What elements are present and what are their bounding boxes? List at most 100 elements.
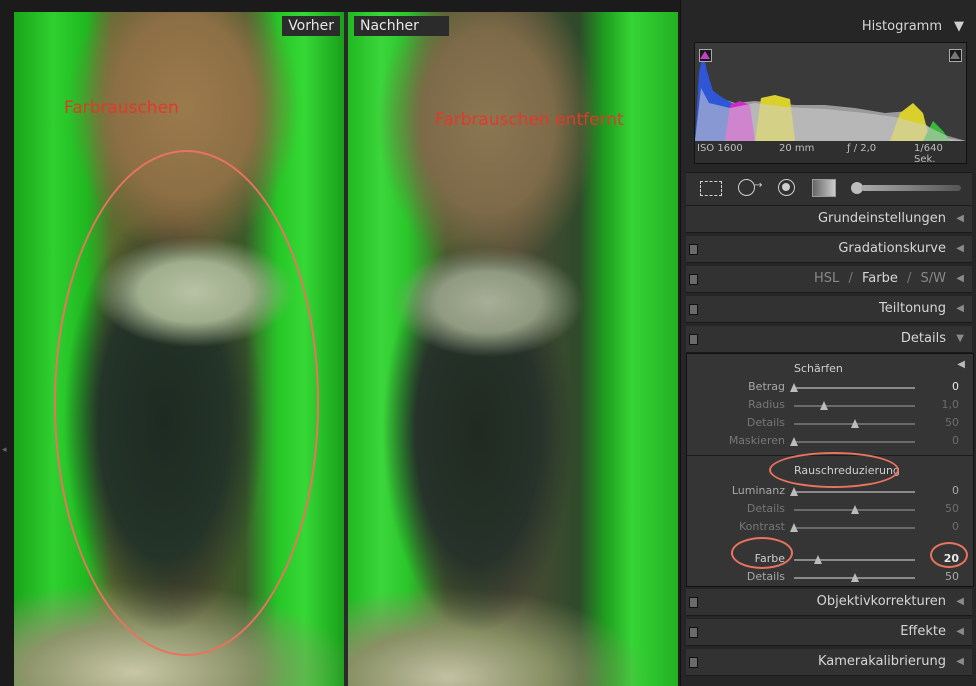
slider-thumb[interactable] — [850, 419, 859, 428]
expand-triangle-icon[interactable]: ◀ — [956, 589, 964, 615]
section-toggle-switch[interactable] — [689, 334, 698, 345]
noise-reduction-highlight-ellipse — [769, 452, 899, 488]
expand-triangle-icon[interactable]: ◀ — [956, 296, 964, 322]
panel-expand-arrow-icon[interactable]: ◂ — [2, 445, 7, 455]
section-toggle-switch[interactable] — [689, 304, 698, 315]
section-kamerakalibrierung[interactable]: Kamerakalibrierung ◀ — [686, 649, 972, 676]
spot-removal-icon[interactable]: → — [736, 179, 762, 197]
exif-iso: ISO 1600 — [697, 143, 743, 154]
histogram-header[interactable]: Histogramm ▼ — [686, 14, 972, 40]
section-grundeinstellungen[interactable]: Grundeinstellungen ◀ — [686, 206, 972, 233]
tab-separator: / — [848, 271, 853, 286]
tab-hsl[interactable]: HSL — [814, 271, 839, 286]
schaerfen-slider[interactable] — [794, 419, 915, 428]
slider-thumb[interactable] — [790, 437, 798, 446]
schaerfen-label: Details — [746, 416, 785, 429]
histogram-title: Histogramm — [861, 19, 942, 34]
tab-separator: / — [906, 271, 912, 286]
tab-sw[interactable]: S/W — [921, 271, 947, 286]
section-label: Gradationskurve — [838, 241, 946, 256]
rausch-value[interactable]: 0 — [925, 520, 959, 533]
tab-farbe[interactable]: Farbe — [862, 271, 898, 286]
expand-triangle-icon[interactable]: ◀ — [956, 266, 964, 292]
slider-thumb[interactable] — [820, 401, 829, 410]
rausch-slider[interactable] — [794, 555, 915, 564]
schaerfen-value[interactable]: 50 — [925, 416, 959, 429]
annotation-color-noise: Farbrauschen — [64, 98, 179, 118]
highlight-clipping-icon[interactable] — [949, 49, 962, 62]
rausch-slider[interactable] — [794, 573, 915, 582]
adjustment-brush-slider[interactable] — [851, 182, 961, 194]
rausch-slider[interactable] — [790, 487, 915, 496]
develop-panel: Histogramm ▼ ISO 1600 20 mm ƒ / 2,0 1/64… — [680, 0, 976, 686]
section-label: Kamerakalibrierung — [817, 654, 946, 669]
rausch-value[interactable]: 0 — [925, 484, 959, 497]
section-toggle-switch[interactable] — [689, 627, 698, 638]
rausch-slider[interactable] — [794, 505, 915, 514]
hsl-tabs: HSL / Farbe / S/W — [814, 266, 946, 292]
rausch-label: Details — [746, 502, 785, 515]
expand-triangle-icon[interactable]: ◀ — [956, 236, 964, 262]
section-label: Grundeinstellungen — [817, 211, 946, 226]
slider-thumb[interactable] — [814, 555, 823, 564]
schaerfen-value[interactable]: 0 — [925, 380, 959, 393]
section-toggle-switch[interactable] — [689, 244, 698, 255]
rausch-value[interactable]: 50 — [925, 502, 959, 515]
before-label: Vorher — [282, 16, 340, 36]
section-details[interactable]: Details ▼ — [686, 326, 972, 353]
exif-shutter: 1/640 Sek. — [914, 143, 943, 165]
histogram[interactable]: ISO 1600 20 mm ƒ / 2,0 1/640 Sek. — [694, 42, 967, 165]
left-gutter: ◂ — [0, 0, 14, 686]
after-label: Nachher — [354, 16, 449, 36]
schaerfen-label: Radius — [748, 398, 785, 411]
shadow-clipping-icon[interactable] — [699, 49, 712, 62]
after-image[interactable]: Nachher Farbrauschen entfernt — [348, 12, 678, 686]
farbe-value-highlight-ellipse — [930, 542, 968, 568]
schaerfen-slider[interactable] — [794, 401, 915, 410]
slider-thumb[interactable] — [850, 573, 859, 582]
collapse-triangle-icon[interactable]: ▼ — [954, 14, 964, 40]
farbe-label-highlight-ellipse — [731, 537, 793, 569]
section-label: Details — [900, 331, 946, 346]
rausch-label: Luminanz — [731, 484, 785, 497]
crop-tool-icon[interactable] — [698, 179, 724, 197]
schaerfen-slider[interactable] — [790, 437, 915, 446]
section-gradationskurve[interactable]: Gradationskurve ◀ — [686, 236, 972, 263]
expand-triangle-icon[interactable]: ◀ — [956, 619, 964, 645]
section-toggle-switch[interactable] — [689, 274, 698, 285]
top-strip — [0, 0, 680, 12]
rausch-slider[interactable] — [790, 523, 915, 532]
sharpening-title: Schärfen — [794, 362, 843, 375]
details-content: Schärfen ◀ Betrag 0 Radius 1,0 Details 50 Mask… — [686, 353, 974, 587]
schaerfen-slider[interactable] — [790, 383, 915, 392]
schaerfen-value[interactable]: 0 — [925, 434, 959, 447]
slider-thumb[interactable] — [790, 487, 798, 496]
rausch-value[interactable]: 50 — [925, 570, 959, 583]
sharpening-preview-triangle-icon[interactable]: ◀ — [957, 359, 965, 370]
tool-strip: → — [686, 172, 972, 206]
expand-triangle-icon[interactable]: ◀ — [956, 206, 964, 232]
collapse-triangle-icon[interactable]: ▼ — [956, 326, 964, 352]
section-teiltonung[interactable]: Teiltonung ◀ — [686, 296, 972, 323]
before-image[interactable]: Vorher Farbrauschen — [14, 12, 344, 686]
section-toggle-switch[interactable] — [689, 597, 698, 608]
expand-triangle-icon[interactable]: ◀ — [956, 649, 964, 675]
slider-thumb[interactable] — [790, 523, 798, 532]
graduated-filter-icon[interactable] — [810, 179, 836, 197]
section-hsl[interactable]: HSL / Farbe / S/W ◀ — [686, 266, 972, 293]
histogram-graph — [695, 43, 966, 141]
schaerfen-value[interactable]: 1,0 — [925, 398, 960, 411]
schaerfen-label: Betrag — [748, 380, 785, 393]
slider-thumb[interactable] — [790, 383, 798, 392]
section-label: Teiltonung — [879, 301, 946, 316]
section-objektivkorrekturen[interactable]: Objektivkorrekturen ◀ — [686, 589, 972, 616]
annotation-noise-removed: Farbrauschen entfernt — [435, 110, 624, 130]
rausch-label: Details — [746, 570, 785, 583]
slider-thumb[interactable] — [850, 505, 859, 514]
section-toggle-switch[interactable] — [689, 657, 698, 668]
section-label: Effekte — [900, 624, 946, 639]
section-effekte[interactable]: Effekte ◀ — [686, 619, 972, 646]
exif-aperture: ƒ / 2,0 — [847, 143, 877, 154]
section-label: Objektivkorrekturen — [816, 594, 946, 609]
red-eye-icon[interactable] — [774, 179, 800, 197]
